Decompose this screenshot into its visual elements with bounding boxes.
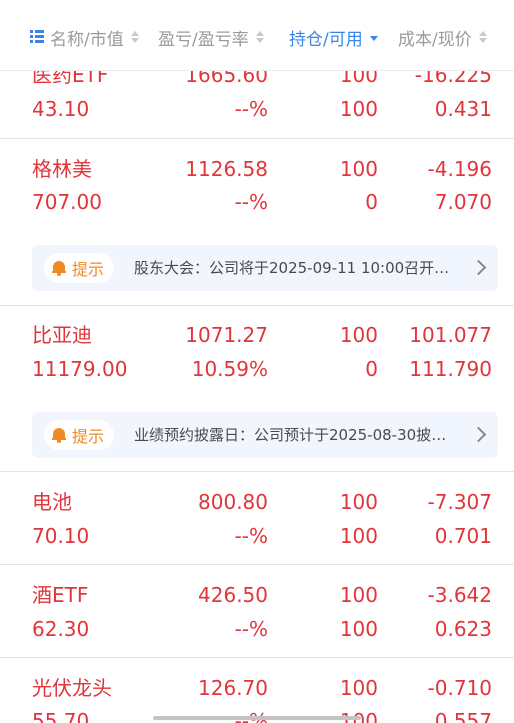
profit-loss-rate: 10.59% [191,357,268,381]
header-hold-label: 持仓/可用 [289,29,363,50]
row-divider [0,138,514,139]
cost: 101.077 [409,323,492,347]
holding: 100 [339,323,378,347]
notice-banner[interactable]: 提示 股东大会：公司将于2025-09-11 10:00召开股东大会 [32,245,498,291]
profit-loss: 1126.58 [185,157,268,181]
sort-icon [255,30,265,44]
profit-loss: 800.80 [198,490,268,514]
sort-icon [478,30,488,44]
notice-tag-label: 提示 [72,260,105,279]
header-cost-label: 成本/现价 [398,29,472,50]
bell-icon [52,260,66,276]
header-pl-label: 盈亏/盈亏率 [158,29,249,50]
header-hold-column[interactable]: 持仓/可用 [289,24,379,50]
holding: 100 [339,583,378,607]
sort-desc-icon [369,30,379,44]
sort-icon [130,30,140,44]
holding: 100 [339,490,378,514]
notice-tag-label: 提示 [72,427,105,446]
profit-loss-rate: --% [234,97,268,121]
profit-loss-rate: --% [234,617,268,641]
available: 100 [339,524,378,548]
market-value: 70.10 [32,524,90,548]
chevron-right-icon [470,259,487,276]
row-divider [0,471,514,472]
notice-tag: 提示 [44,420,115,450]
row-divider [0,657,514,658]
notice-text: 股东大会：公司将于2025-09-11 10:00召开股东大会 [134,259,454,277]
current-price: 0.623 [434,617,492,641]
notice-tag: 提示 [44,253,115,283]
row-divider [0,564,514,565]
bell-icon [52,427,66,443]
cost: -7.307 [427,490,492,514]
available: 100 [339,617,378,641]
profit-loss-rate: --% [234,524,268,548]
profit-loss: 1071.27 [185,323,268,347]
list-icon [30,30,44,44]
row-divider [0,305,514,306]
market-value: 43.10 [32,97,90,121]
available: 0 [365,190,378,214]
header-name-label: 名称/市值 [50,29,124,50]
market-value: 11179.00 [32,357,128,381]
header-cost-column[interactable]: 成本/现价 [398,24,488,50]
chevron-right-icon [470,426,487,443]
stock-name: 格林美 [32,157,92,181]
home-indicator[interactable] [153,716,361,720]
current-price: 0.701 [434,524,492,548]
notice-text: 业绩预约披露日：公司预计于2025-08-30披露业绩 [134,426,454,444]
positions-page: 名称/市值 盈亏/盈亏率 持仓/可用 成本/现价 医药ETF 1665.60 1… [0,0,514,723]
holding: 100 [339,157,378,181]
current-price: 0.431 [434,97,492,121]
stock-name: 比亚迪 [32,323,92,347]
profit-loss: 426.50 [198,583,268,607]
current-price: 7.070 [434,190,492,214]
holding: 100 [339,676,378,700]
profit-loss: 126.70 [198,676,268,700]
cost: -0.710 [427,676,492,700]
cost: -4.196 [427,157,492,181]
current-price: 0.557 [434,709,492,723]
header-name-column[interactable]: 名称/市值 [30,24,140,50]
profit-loss-rate: --% [234,190,268,214]
stock-name: 光伏龙头 [32,676,112,700]
cost: -3.642 [427,583,492,607]
available: 100 [339,97,378,121]
notice-banner[interactable]: 提示 业绩预约披露日：公司预计于2025-08-30披露业绩 [32,412,498,458]
market-value: 55.70 [32,709,90,723]
stock-name: 酒ETF [32,583,89,607]
stock-name: 电池 [32,490,72,514]
current-price: 111.790 [409,357,492,381]
market-value: 707.00 [32,190,102,214]
available: 0 [365,357,378,381]
header-pl-column[interactable]: 盈亏/盈亏率 [158,24,265,50]
positions-header: 名称/市值 盈亏/盈亏率 持仓/可用 成本/现价 [0,0,514,71]
market-value: 62.30 [32,617,90,641]
